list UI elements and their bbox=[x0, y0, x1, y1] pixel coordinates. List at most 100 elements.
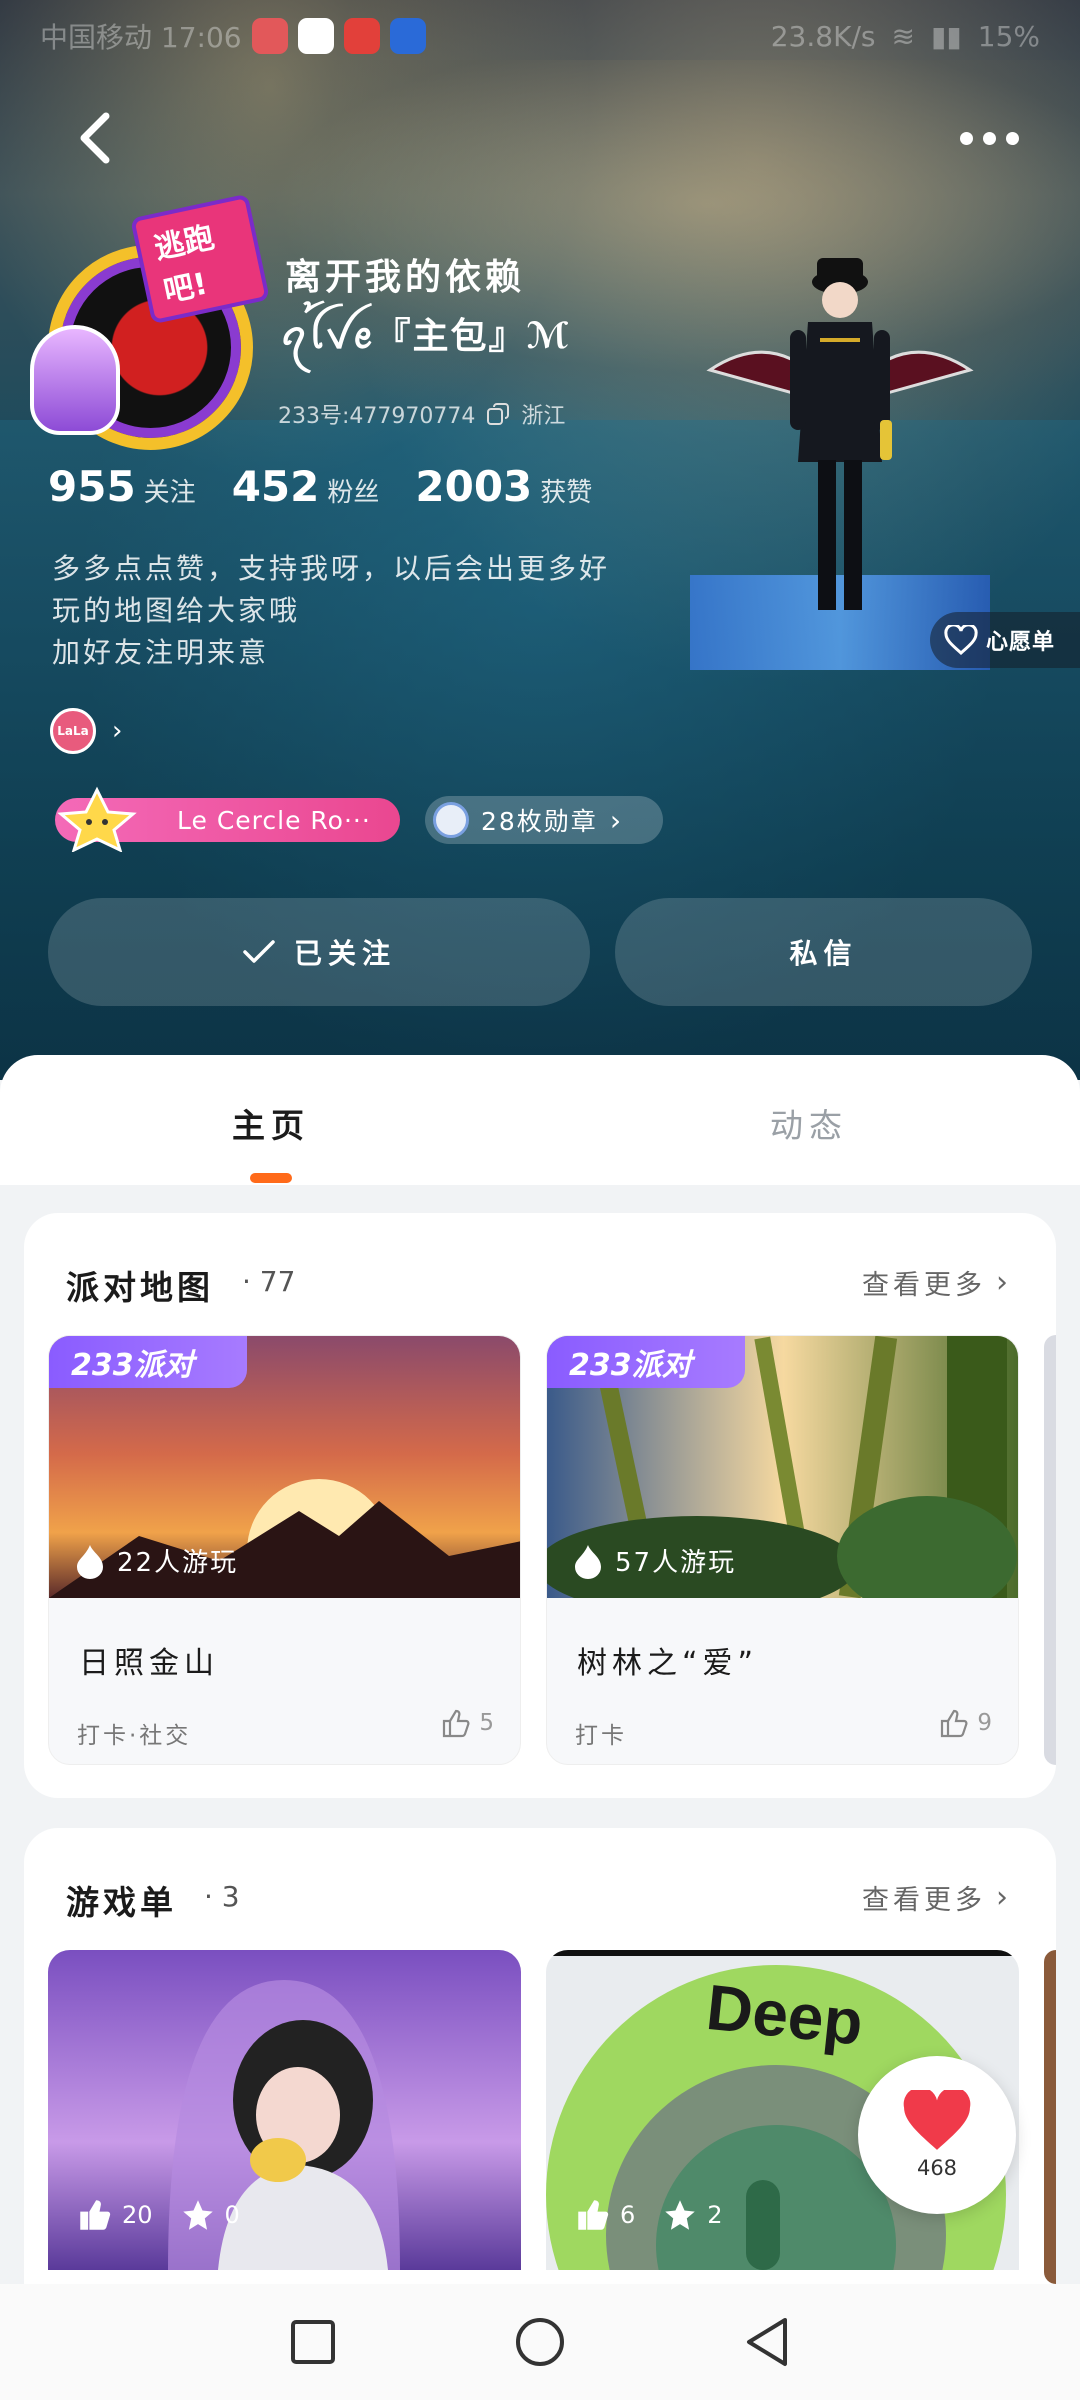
home-button[interactable] bbox=[514, 2316, 566, 2368]
players-label: 57人游玩 bbox=[615, 1548, 737, 1578]
star-icon bbox=[665, 2200, 696, 2230]
heart-icon bbox=[903, 2090, 971, 2150]
party-tag: 233派对 bbox=[49, 1336, 247, 1388]
likes-count: 6 bbox=[620, 2201, 636, 2229]
friend-avatar[interactable]: LaLa bbox=[50, 708, 96, 754]
next-card-peek bbox=[1044, 1950, 1056, 2284]
see-more-link[interactable]: 查看更多 › bbox=[862, 1878, 1012, 1917]
see-more-label: 查看更多 bbox=[862, 1885, 986, 1916]
section-count: · 77 bbox=[242, 1265, 296, 1298]
avatar-character bbox=[30, 325, 120, 435]
next-card-peek bbox=[1044, 1335, 1056, 1765]
dot-icon bbox=[1006, 131, 1019, 145]
chevron-left-icon bbox=[80, 112, 110, 164]
recent-apps-button[interactable] bbox=[289, 2318, 337, 2366]
flame-icon bbox=[77, 1544, 103, 1579]
tab-feed[interactable]: 动态 bbox=[770, 1099, 848, 1147]
nickname: 离开我的依赖 bbox=[285, 257, 526, 298]
stat-label: 获赞 bbox=[540, 478, 593, 508]
stat-value: 452 bbox=[231, 462, 320, 511]
player-count: 22人游玩 bbox=[75, 1542, 238, 1579]
system-nav-bar bbox=[0, 2284, 1080, 2400]
stat-fans[interactable]: 452 粉丝 bbox=[232, 462, 380, 511]
back-nav-button[interactable] bbox=[743, 2316, 791, 2368]
game-list-stats: 6 2 bbox=[576, 2198, 751, 2232]
party-tag: 233派对 bbox=[547, 1336, 745, 1388]
map-card[interactable]: 233派对 22人游玩 日照金山 打卡·社交 5 bbox=[48, 1335, 521, 1765]
chevron-right-icon[interactable]: › bbox=[112, 716, 122, 746]
star-mascot-icon bbox=[57, 786, 137, 852]
stat-label: 粉丝 bbox=[327, 478, 380, 508]
location-label: 浙江 bbox=[521, 404, 566, 429]
stat-label: 关注 bbox=[143, 478, 196, 508]
game-lists-section: 游戏单 · 3 查看更多 › 20 0 Deep 6 2 bbox=[24, 1828, 1056, 2284]
map-name: 日照金山 bbox=[79, 1646, 219, 1681]
likes-count: 20 bbox=[122, 2201, 153, 2229]
dot-icon bbox=[960, 131, 973, 145]
section-count: · 3 bbox=[204, 1880, 240, 1913]
thumbs-up-icon bbox=[443, 1709, 470, 1738]
medal-icon bbox=[433, 802, 469, 838]
nickname-suffix: ꪖꪶ꫁ꪜꫀ『主包』ℳ bbox=[280, 316, 572, 357]
map-tags: 打卡 bbox=[575, 1723, 627, 1749]
bio-line: 多多点点赞，支持我呀，以后会出更多好 bbox=[52, 552, 611, 585]
uid-row: 233号:477970774 浙江 bbox=[278, 398, 565, 430]
profile-tabs: 主页 动态 bbox=[0, 1055, 1080, 1185]
tab-home[interactable]: 主页 bbox=[232, 1099, 310, 1147]
app-notification-icon bbox=[251, 18, 288, 54]
flame-icon bbox=[575, 1544, 601, 1579]
like-count: 468 bbox=[916, 2156, 958, 2180]
map-likes[interactable]: 5 bbox=[441, 1708, 494, 1738]
party-maps-section: 派对地图 · 77 查看更多 › 233派对 22人游玩 日照金山 打卡·社交 … bbox=[24, 1213, 1056, 1798]
see-more-link[interactable]: 查看更多 › bbox=[862, 1263, 1012, 1302]
net-speed: 23.8K/s bbox=[770, 19, 876, 53]
wishlist-label: 心愿单 bbox=[986, 630, 1056, 655]
stat-value: 955 bbox=[48, 462, 136, 511]
club-badge[interactable]: Le Cercle Ro··· bbox=[55, 786, 400, 852]
badges-button[interactable]: 28枚勋章 › bbox=[425, 796, 663, 844]
map-tags: 打卡·社交 bbox=[77, 1723, 192, 1749]
players-label: 22人游玩 bbox=[117, 1548, 239, 1578]
likes-count: 5 bbox=[479, 1710, 494, 1736]
followed-button[interactable]: 已关注 bbox=[48, 898, 590, 1006]
app-notification-icon bbox=[389, 18, 426, 54]
map-likes[interactable]: 9 bbox=[939, 1708, 992, 1738]
like-profile-button[interactable]: 468 bbox=[858, 2056, 1016, 2214]
copy-icon[interactable] bbox=[487, 403, 510, 425]
club-name: Le Cercle Ro··· bbox=[177, 805, 371, 835]
heart-outline-icon bbox=[944, 625, 978, 655]
see-more-label: 查看更多 bbox=[862, 1270, 986, 1301]
stat-likes: 2003 获赞 bbox=[415, 462, 592, 511]
game-likes: 20 bbox=[78, 2198, 153, 2232]
stat-following[interactable]: 955 关注 bbox=[48, 462, 196, 511]
profile-bio: 多多点点赞，支持我呀，以后会出更多好 玩的地图给大家哦 加好友注明来意 bbox=[52, 548, 692, 674]
carrier-time: 中国移动 17:06 bbox=[40, 21, 242, 54]
star-icon bbox=[182, 2200, 213, 2230]
game-stars: 0 bbox=[181, 2198, 240, 2232]
more-options-button[interactable] bbox=[960, 118, 1030, 158]
back-button[interactable] bbox=[70, 108, 122, 168]
battery-level: 15% bbox=[977, 19, 1040, 53]
section-title: 游戏单 bbox=[66, 1883, 177, 1922]
chevron-right-icon: › bbox=[996, 1880, 1012, 1915]
app-notification-icon bbox=[297, 18, 334, 54]
stars-count: 0 bbox=[224, 2201, 240, 2229]
game-likes: 6 bbox=[576, 2198, 635, 2232]
dot-icon bbox=[983, 131, 996, 145]
section-title: 派对地图 bbox=[66, 1268, 214, 1307]
game-list-card[interactable]: 20 0 bbox=[48, 1950, 521, 2270]
active-tab-indicator bbox=[250, 1173, 292, 1183]
avatar-3d-character[interactable] bbox=[690, 220, 990, 670]
private-message-button[interactable]: 私信 bbox=[615, 898, 1032, 1006]
profile-avatar[interactable]: 逃跑吧! bbox=[30, 193, 270, 450]
wishlist-button[interactable]: 心愿单 bbox=[930, 612, 1080, 668]
map-card[interactable]: 233派对 57人游玩 树林之“爱” 打卡 9 bbox=[546, 1335, 1019, 1765]
badges-label: 28枚勋章 bbox=[481, 807, 598, 836]
bio-line: 加好友注明来意 bbox=[52, 636, 270, 669]
app-notification-icon bbox=[343, 18, 380, 54]
signal-icon: ▮▮ bbox=[930, 19, 962, 53]
bio-line: 玩的地图给大家哦 bbox=[52, 594, 301, 627]
likes-count: 9 bbox=[977, 1710, 992, 1736]
map-name: 树林之“爱” bbox=[577, 1646, 759, 1681]
stat-value: 2003 bbox=[415, 462, 533, 511]
